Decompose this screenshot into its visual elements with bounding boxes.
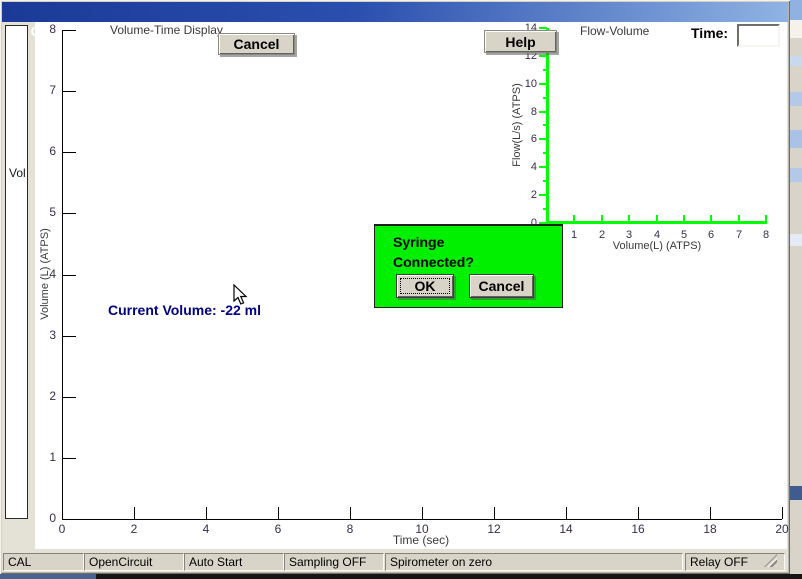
status-panel-autostart[interactable]: Auto Start [184, 553, 284, 571]
fv-y-minor-tick [543, 152, 547, 154]
fv-y-minor-tick [543, 124, 547, 126]
fv-y-minor-tick [543, 208, 547, 210]
fv-x-tick [710, 215, 712, 222]
help-button[interactable]: Help [484, 30, 557, 53]
taskbar-button-fragment [0, 574, 96, 579]
mouse-cursor-icon [233, 284, 249, 306]
fv-y-minor-tick [543, 180, 547, 182]
fv-x-tick [683, 215, 685, 222]
fv-y-tick [539, 111, 547, 113]
dialog-cancel-button[interactable]: Cancel [469, 274, 534, 298]
cancel-button[interactable]: Cancel [218, 33, 295, 55]
dialog-message: Syringe Connected? [393, 232, 474, 272]
status-panel-sampling[interactable]: Sampling OFF [284, 553, 384, 571]
dialog-message-line1: Syringe [393, 232, 474, 252]
fv-plot-title: Flow-Volume [580, 24, 649, 38]
fv-y-minor-tick [543, 69, 547, 71]
background-fragment [790, 0, 802, 20]
fv-x-tick-label: 6 [699, 228, 723, 242]
fv-y-minor-tick [543, 97, 547, 99]
fv-y-tick [539, 194, 547, 196]
fv-x-tick-label: 4 [645, 228, 669, 242]
app-window: OMI Spirometry Main Program - Version 5.… [0, 0, 790, 574]
status-panel-cal[interactable]: CAL [3, 553, 84, 571]
background-fragment [790, 56, 802, 66]
taskbar-strip [0, 574, 802, 579]
fv-y-tick [539, 55, 547, 57]
fv-x-tick-label: 8 [754, 228, 778, 242]
fv-y-tick-label: 2 [517, 188, 537, 202]
fv-x-tick [573, 215, 575, 222]
fv-y-tick [539, 138, 547, 140]
fv-y-tick-label: 6 [517, 132, 537, 146]
dialog-message-line2: Connected? [393, 252, 474, 272]
background-fragment [790, 168, 802, 182]
fv-x-tick [628, 215, 630, 222]
fv-y-tick [539, 27, 547, 29]
time-input[interactable] [737, 24, 780, 47]
background-fragment [790, 130, 802, 148]
time-label: Time: [691, 25, 728, 41]
fv-x-tick-label: 3 [617, 228, 641, 242]
status-panel-opencircuit[interactable]: OpenCircuit [84, 553, 184, 571]
fv-x-tick-label: 2 [590, 228, 614, 242]
fv-y-tick [539, 83, 547, 85]
fv-y-tick [539, 166, 547, 168]
status-panel-spirometer-message: Spirometer on zero [385, 553, 683, 571]
fv-x-tick [765, 215, 767, 222]
fv-y-tick-label: 4 [517, 160, 537, 174]
fv-x-tick [738, 215, 740, 222]
background-fragment [790, 20, 802, 38]
fv-x-tick-label: 5 [672, 228, 696, 242]
fv-x-tick-label: 7 [727, 228, 751, 242]
fv-y-tick-label: 10 [517, 77, 537, 91]
fv-x-tick [601, 215, 603, 222]
fv-y-tick-label: 8 [517, 105, 537, 119]
fv-x-tick-label: 1 [562, 228, 586, 242]
background-fragment [790, 234, 802, 246]
screen: OMI Spirometry Main Program - Version 5.… [0, 0, 802, 579]
fv-x-tick [656, 215, 658, 222]
background-window-strip [790, 0, 802, 579]
background-fragment [790, 92, 802, 106]
background-fragment [790, 486, 802, 500]
dialog-ok-button[interactable]: OK [396, 274, 454, 298]
syringe-dialog: Syringe Connected? OK Cancel [374, 224, 563, 308]
